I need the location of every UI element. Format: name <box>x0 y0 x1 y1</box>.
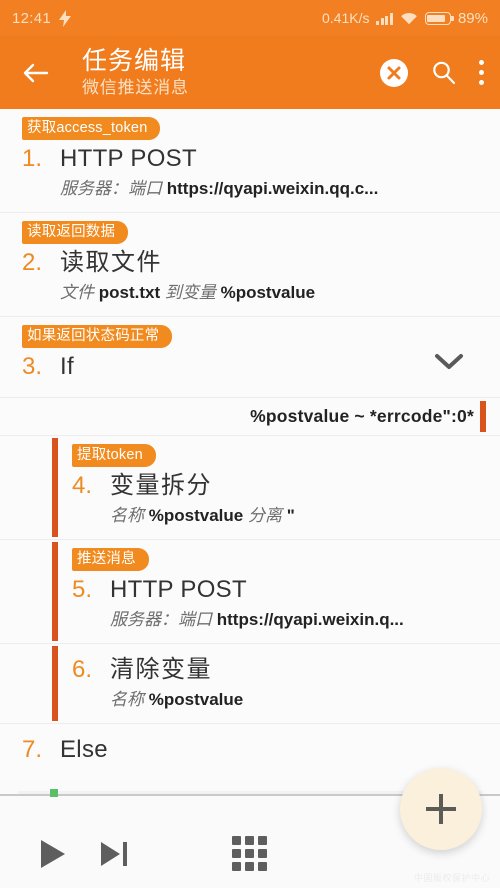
step-title: 清除变量 <box>110 656 212 683</box>
step-header: 1. HTTP POST <box>22 143 486 175</box>
step-detail: 名称 %postvalue 分离 " <box>110 503 486 529</box>
step-detail-value: %postvalue <box>148 506 244 525</box>
if-condition-row[interactable]: %postvalue ~ *errcode":0* <box>0 398 500 436</box>
lightning-bolt-icon <box>59 9 72 27</box>
page-title: 任务编辑 <box>82 46 187 75</box>
step-detail-value: %postvalue <box>148 690 244 709</box>
step-tag: 如果返回状态码正常 <box>22 325 173 348</box>
block-indent-bar <box>52 438 58 537</box>
step-header: 6. 清除变量 <box>72 654 486 686</box>
task-step-row[interactable]: 6. 清除变量 名称 %postvalue <box>0 644 500 724</box>
step-tag: 推送消息 <box>72 548 149 571</box>
step-detail-label: 名称 <box>110 690 144 709</box>
chevron-down-icon[interactable] <box>432 351 466 371</box>
toolbar-titles: 任务编辑 微信推送消息 <box>82 47 189 99</box>
search-icon[interactable] <box>430 59 457 86</box>
step-detail: 文件 post.txt 到变量 %postvalue <box>60 280 486 306</box>
task-step-row[interactable]: 获取access_token 1. HTTP POST 服务器：端口 https… <box>0 109 500 213</box>
status-bar: 12:41 0.41K/s 89% <box>0 0 500 36</box>
step-detail-value: post.txt <box>98 283 161 302</box>
status-bar-right: 0.41K/s 89% <box>322 0 488 36</box>
add-action-fab[interactable] <box>400 768 482 850</box>
step-detail: 服务器：端口 https://qyapi.weixin.q... <box>110 607 486 633</box>
step-detail-label: 分离 <box>247 506 282 525</box>
step-forward-icon[interactable] <box>98 839 130 869</box>
task-step-list[interactable]: 获取access_token 1. HTTP POST 服务器：端口 https… <box>0 109 500 778</box>
status-bar-left: 12:41 <box>12 9 72 27</box>
step-detail-value: " <box>286 506 295 525</box>
task-step-row[interactable]: 推送消息 5. HTTP POST 服务器：端口 https://qyapi.w… <box>0 540 500 644</box>
battery-icon <box>424 11 454 25</box>
grid-apps-icon[interactable] <box>232 836 268 872</box>
step-title: Else <box>60 736 108 763</box>
wifi-icon <box>401 12 417 25</box>
step-tag: 提取token <box>72 444 156 467</box>
close-circle-icon[interactable] <box>380 58 408 87</box>
step-detail-label: 到变量 <box>164 283 216 302</box>
scroll-position-marker[interactable] <box>50 789 58 797</box>
if-condition-text: %postvalue ~ *errcode":0* <box>250 406 474 426</box>
step-title: If <box>60 353 74 380</box>
task-step-row[interactable]: 读取返回数据 2. 读取文件 文件 post.txt 到变量 %postvalu… <box>0 213 500 317</box>
step-detail-label: 服务器：端口 <box>110 610 212 629</box>
status-time: 12:41 <box>12 9 52 27</box>
step-tag: 读取返回数据 <box>22 221 129 244</box>
step-number: 4. <box>72 472 93 499</box>
step-detail-value: %postvalue <box>220 283 316 302</box>
step-title: HTTP POST <box>110 576 247 603</box>
plus-icon-vertical <box>439 794 443 824</box>
step-tag: 获取access_token <box>22 117 161 140</box>
task-step-row[interactable]: 提取token 4. 变量拆分 名称 %postvalue 分离 " <box>0 436 500 540</box>
step-header: 2. 读取文件 <box>22 247 486 279</box>
step-title: 变量拆分 <box>110 472 212 499</box>
page-subtitle: 微信推送消息 <box>82 77 189 97</box>
condition-accent-bar <box>480 401 486 432</box>
task-step-row[interactable]: 如果返回状态码正常 3. If <box>0 317 500 398</box>
toolbar-actions <box>380 36 492 109</box>
signal-bars-icon <box>376 12 393 25</box>
step-title: 读取文件 <box>60 249 162 276</box>
step-header: 5. HTTP POST <box>72 574 486 606</box>
step-detail: 服务器：端口 https://qyapi.weixin.qq.c... <box>60 176 486 202</box>
step-detail-label: 名称 <box>110 506 144 525</box>
step-number: 5. <box>72 576 93 603</box>
app-toolbar: 任务编辑 微信推送消息 <box>0 36 500 109</box>
step-detail-label: 服务器：端口 <box>60 179 162 198</box>
back-arrow-icon[interactable] <box>18 56 52 90</box>
watermark: 中国版权保护中心 <box>413 873 490 883</box>
step-number: 3. <box>22 353 43 380</box>
step-header: 3. If <box>22 351 486 383</box>
step-detail: 名称 %postvalue <box>110 687 486 713</box>
step-detail-value: https://qyapi.weixin.qq.c... <box>166 179 379 198</box>
step-title: HTTP POST <box>60 145 197 172</box>
step-number: 1. <box>22 145 43 172</box>
step-header: 4. 变量拆分 <box>72 470 486 502</box>
network-speed: 0.41K/s <box>321 10 370 26</box>
step-header: 7. Else <box>22 734 486 766</box>
overflow-menu-icon[interactable] <box>479 60 484 85</box>
battery-percent: 89% <box>457 9 488 27</box>
step-number: 6. <box>72 656 93 683</box>
step-number: 7. <box>22 736 43 763</box>
step-detail-label: 文件 <box>60 283 94 302</box>
block-indent-bar <box>52 542 58 641</box>
play-icon[interactable] <box>38 838 68 870</box>
step-number: 2. <box>22 249 43 276</box>
block-indent-bar <box>52 646 58 721</box>
step-detail-value: https://qyapi.weixin.q... <box>216 610 404 629</box>
